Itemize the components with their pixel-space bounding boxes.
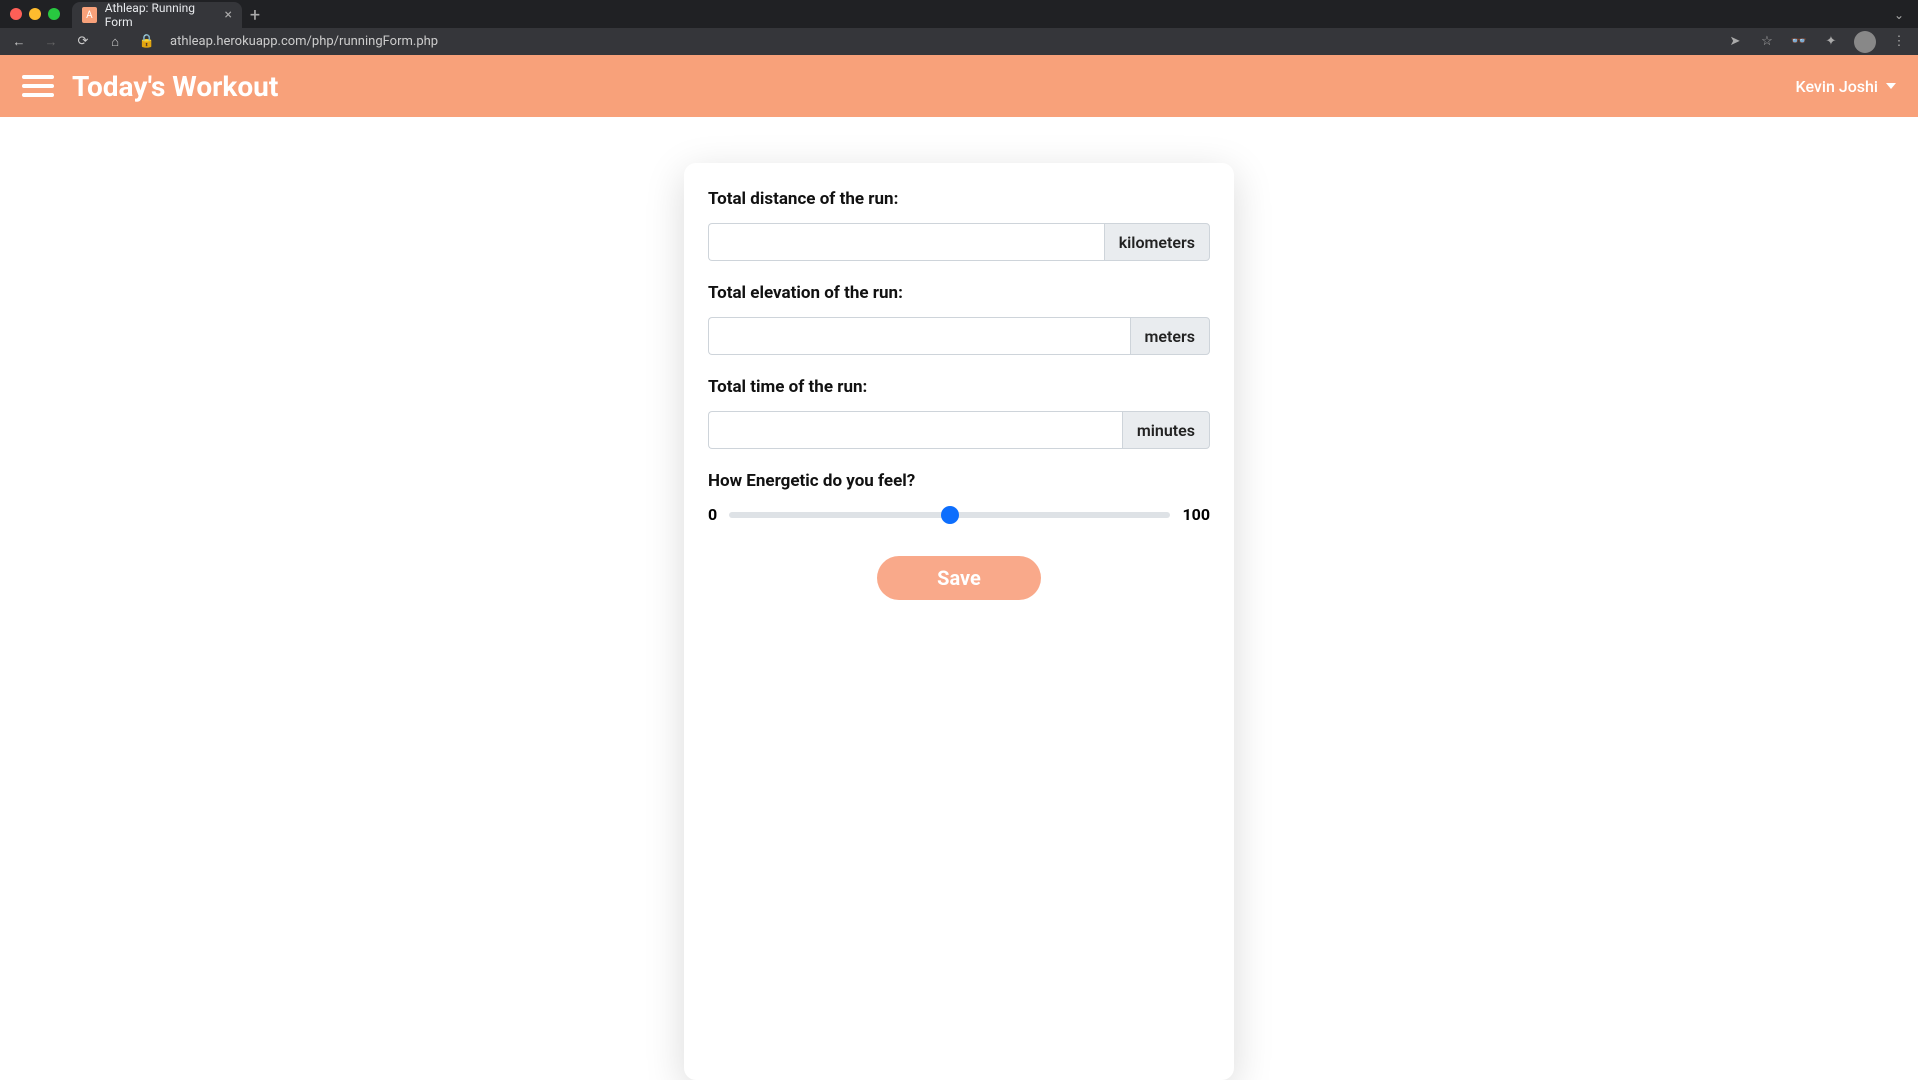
user-name: Kevin Joshi: [1796, 77, 1878, 96]
distance-field: Total distance of the run: kilometers: [708, 189, 1210, 261]
time-label: Total time of the run:: [708, 377, 1210, 397]
browser-tab[interactable]: A Athleap: Running Form ×: [72, 2, 242, 28]
forward-icon[interactable]: →: [42, 33, 60, 51]
distance-input[interactable]: [708, 223, 1104, 261]
back-icon[interactable]: ←: [10, 33, 28, 51]
minimize-window-icon[interactable]: [29, 8, 41, 20]
distance-unit: kilometers: [1104, 223, 1210, 261]
send-icon[interactable]: ➤: [1726, 33, 1744, 51]
bookmark-icon[interactable]: ☆: [1758, 33, 1776, 51]
energy-min: 0: [708, 505, 717, 524]
lock-icon: 🔒: [138, 33, 156, 51]
browser-chrome: A Athleap: Running Form × + ⌄ ← → ⟳ ⌂ 🔒 …: [0, 0, 1918, 55]
elevation-label: Total elevation of the run:: [708, 283, 1210, 303]
elevation-input[interactable]: [708, 317, 1130, 355]
home-icon[interactable]: ⌂: [106, 33, 124, 51]
user-menu[interactable]: Kevin Joshi: [1796, 77, 1896, 96]
energy-max: 100: [1182, 505, 1210, 524]
elevation-field: Total elevation of the run: meters: [708, 283, 1210, 355]
time-unit: minutes: [1122, 411, 1210, 449]
kebab-menu-icon[interactable]: ⋮: [1890, 33, 1908, 51]
energy-label: How Energetic do you feel?: [708, 471, 1210, 491]
url-text[interactable]: athleap.herokuapp.com/php/runningForm.ph…: [170, 34, 438, 49]
distance-label: Total distance of the run:: [708, 189, 1210, 209]
glasses-icon[interactable]: 👓: [1790, 33, 1808, 51]
tabs-overflow-icon[interactable]: ⌄: [1888, 2, 1910, 28]
time-input[interactable]: [708, 411, 1122, 449]
profile-avatar-icon[interactable]: [1854, 31, 1876, 53]
tab-title: Athleap: Running Form: [105, 1, 217, 29]
page-title: Today's Workout: [72, 70, 278, 103]
tab-bar: A Athleap: Running Form × + ⌄: [0, 0, 1918, 28]
workout-form-card: Total distance of the run: kilometers To…: [684, 163, 1234, 1080]
slider-thumb-icon[interactable]: [941, 506, 959, 524]
time-field: Total time of the run: minutes: [708, 377, 1210, 449]
new-tab-button[interactable]: +: [242, 2, 268, 28]
maximize-window-icon[interactable]: [48, 8, 60, 20]
elevation-unit: meters: [1130, 317, 1210, 355]
save-button[interactable]: Save: [877, 556, 1041, 600]
energy-field: How Energetic do you feel? 0 100: [708, 471, 1210, 524]
close-window-icon[interactable]: [10, 8, 22, 20]
hamburger-menu-icon[interactable]: [22, 70, 54, 102]
extensions-icon[interactable]: ✦: [1822, 33, 1840, 51]
energy-slider[interactable]: [729, 506, 1170, 524]
page-body: Total distance of the run: kilometers To…: [0, 117, 1918, 1080]
app-header: Today's Workout Kevin Joshi: [0, 55, 1918, 117]
caret-down-icon: [1886, 83, 1896, 89]
favicon-icon: A: [82, 7, 97, 23]
close-tab-icon[interactable]: ×: [225, 7, 232, 23]
window-controls: [10, 8, 60, 20]
reload-icon[interactable]: ⟳: [74, 33, 92, 51]
address-bar-row: ← → ⟳ ⌂ 🔒 athleap.herokuapp.com/php/runn…: [0, 28, 1918, 55]
